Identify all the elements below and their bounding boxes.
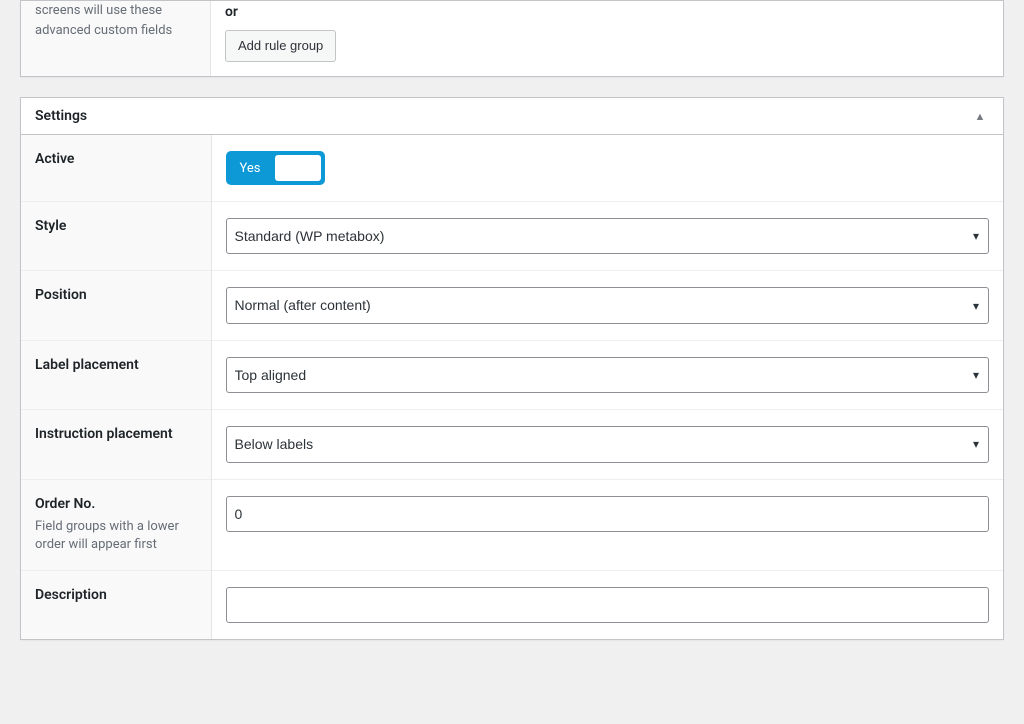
active-toggle-value: Yes	[228, 153, 273, 183]
label-placement-label: Label placement	[35, 357, 197, 373]
order-no-label: Order No.	[35, 496, 197, 512]
toggle-slider	[275, 155, 321, 181]
row-order-no: Order No. Field groups with a lower orde…	[21, 479, 1003, 570]
row-active: Active Yes	[21, 135, 1003, 202]
add-rule-group-button[interactable]: Add rule group	[225, 30, 336, 62]
collapse-toggle-icon[interactable]: ▲	[967, 110, 1003, 123]
position-select[interactable]: Normal (after content)	[226, 287, 990, 323]
order-no-description: Field groups with a lower order will app…	[35, 518, 197, 554]
location-description: screens will use these advanced custom f…	[21, 1, 211, 76]
style-select[interactable]: Standard (WP metabox)	[226, 218, 990, 254]
instruction-placement-select[interactable]: Below labels	[226, 426, 990, 462]
style-label: Style	[35, 218, 197, 234]
row-description: Description	[21, 570, 1003, 639]
row-instruction-placement: Instruction placement Below labels	[21, 410, 1003, 479]
active-toggle[interactable]: Yes	[226, 151, 325, 185]
or-label: or	[225, 1, 989, 20]
row-position: Position Normal (after content)	[21, 271, 1003, 340]
settings-panel: Settings ▲ Active Yes	[20, 97, 1004, 640]
row-label-placement: Label placement Top aligned	[21, 340, 1003, 409]
label-placement-select[interactable]: Top aligned	[226, 357, 990, 393]
position-label: Position	[35, 287, 197, 303]
instruction-placement-label: Instruction placement	[35, 426, 197, 442]
settings-panel-title: Settings	[21, 98, 101, 134]
description-label: Description	[35, 587, 197, 603]
row-style: Style Standard (WP metabox)	[21, 202, 1003, 271]
settings-panel-header: Settings ▲	[21, 98, 1003, 135]
description-input[interactable]	[226, 587, 990, 623]
active-label: Active	[35, 151, 197, 167]
order-no-input[interactable]	[226, 496, 990, 532]
location-panel: screens will use these advanced custom f…	[20, 0, 1004, 77]
